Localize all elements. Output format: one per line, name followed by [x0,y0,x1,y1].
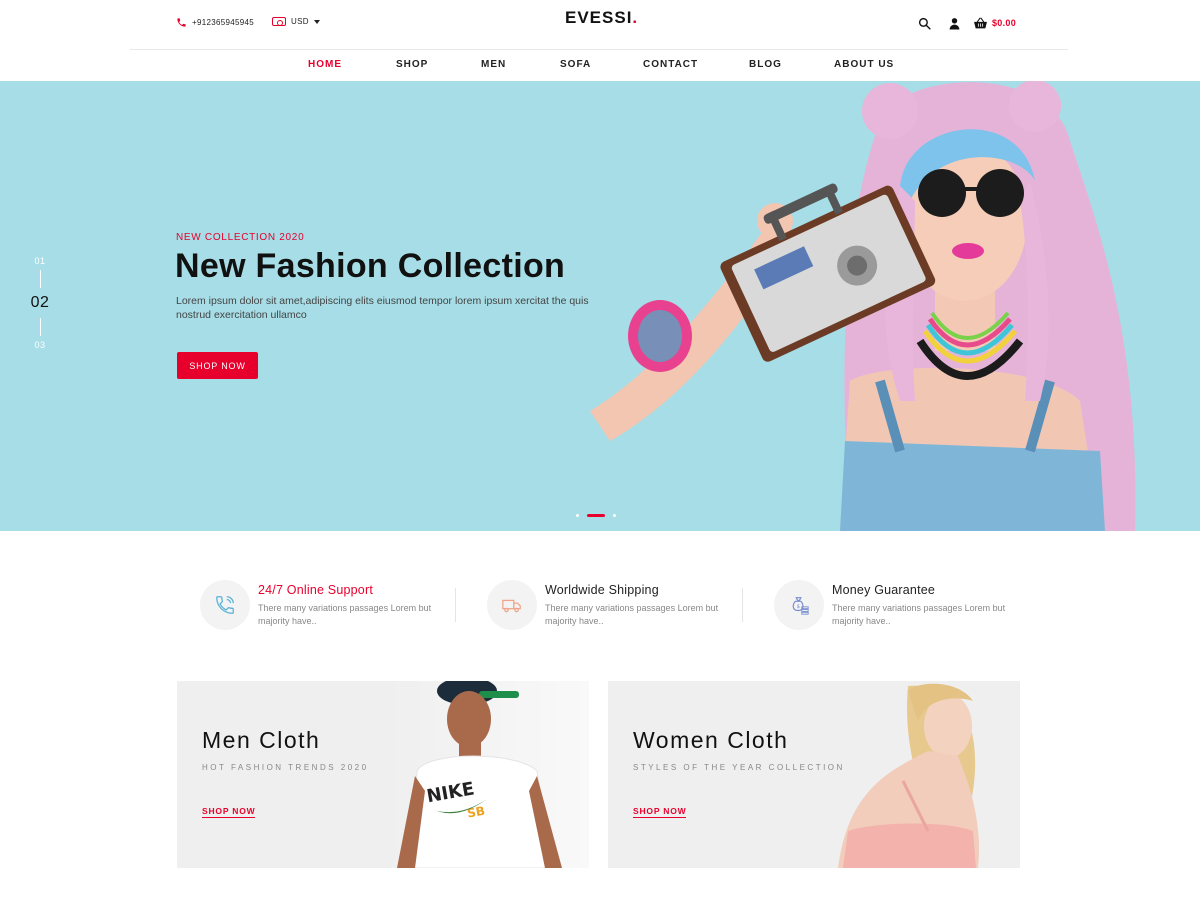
logo-text: EVESSI [565,8,633,27]
slide-number-current: 02 [30,294,50,311]
feature-icon-circle [200,580,250,630]
hero-description: Lorem ipsum dolor sit amet,adipiscing el… [176,295,589,321]
chevron-down-icon [313,19,320,24]
cart-icon [974,17,987,28]
hero-shop-now-button[interactable]: SHOP NOW [177,352,258,379]
women-model-image [838,683,979,868]
feature-title: 24/7 Online Support [258,583,373,597]
user-icon [949,17,959,29]
slide-number-prev[interactable]: 01 [30,256,50,266]
header-actions: $0.00 [917,16,1016,30]
hero-slider: 01 02 03 NEW COLLECTION 2020 New Fashion… [0,81,1200,531]
currency-selector[interactable]: USD [272,17,320,26]
feature-divider [742,588,743,622]
feature-money-guarantee: $ Money Guarantee There many variations … [774,580,1034,632]
feature-title: Money Guarantee [832,583,936,597]
banner-title: Men Cloth [202,727,321,753]
slider-dot-3[interactable] [613,514,616,517]
banner-subtitle: STYLES OF THE YEAR COLLECTION [633,763,845,772]
slider-dot-1[interactable] [576,514,579,517]
banner-shop-now-link[interactable]: SHOP NOW [633,806,687,818]
nav-item-sofa[interactable]: SOFA [560,59,591,70]
feature-icon-circle [487,580,537,630]
site-logo[interactable]: EVESSI. [565,8,638,28]
feature-description: There many variations passages Lorem but… [258,603,432,626]
slide-counter-line [39,270,41,288]
phone-number: +912365945945 [192,18,254,27]
cart-button[interactable]: $0.00 [973,17,1016,30]
nav-item-shop[interactable]: SHOP [396,59,428,70]
feature-description: There many variations passages Lorem but… [545,603,719,626]
nav-item-home[interactable]: HOME [308,59,342,70]
feature-icon-circle: $ [774,580,824,630]
slide-counter-line [39,318,41,336]
men-model-image: NIKE SB [387,681,589,868]
slider-dot-2[interactable] [587,514,605,517]
slider-pagination [576,514,616,517]
account-button[interactable] [947,16,961,30]
slide-counter: 01 02 03 [30,256,50,350]
banner-shop-now-link[interactable]: SHOP NOW [202,806,256,818]
money-icon [272,17,286,26]
feature-divider [455,588,456,622]
search-button[interactable] [917,16,931,30]
truck-icon [502,599,521,613]
slide-number-next[interactable]: 03 [30,340,50,350]
top-header: +912365945945 USD EVESSI. $0.00 [0,0,1200,50]
logo-dot: . [632,8,639,27]
phone-contact[interactable]: +912365945945 [176,17,254,28]
phone-icon [177,18,186,27]
hero-subtitle: NEW COLLECTION 2020 [176,232,305,243]
nav-item-about-us[interactable]: ABOUT US [834,59,894,70]
feature-title: Worldwide Shipping [545,583,659,597]
nav-item-contact[interactable]: CONTACT [643,59,698,70]
banner-title: Women Cloth [633,727,789,753]
main-navigation: HOME SHOP MEN SOFA CONTACT BLOG ABOUT US [0,50,1200,80]
currency-label: USD [291,17,309,26]
feature-online-support: 24/7 Online Support There many variation… [200,580,460,632]
svg-text:$: $ [797,604,801,610]
money-bag-icon: $ [792,597,809,615]
hero-model-image [590,81,1136,531]
search-icon [918,17,931,30]
hero-title: New Fashion Collection [175,247,566,285]
feature-description: There many variations passages Lorem but… [832,603,1006,626]
banner-men-cloth[interactable]: NIKE SB Men Cloth HOT FASHION TRENDS 202… [177,681,589,868]
banner-women-cloth[interactable]: Women Cloth STYLES OF THE YEAR COLLECTIO… [608,681,1020,868]
feature-worldwide-shipping: Worldwide Shipping There many variations… [487,580,747,632]
nav-item-blog[interactable]: BLOG [749,59,782,70]
phone-support-icon [216,596,234,614]
banner-subtitle: HOT FASHION TRENDS 2020 [202,763,369,772]
nav-item-men[interactable]: MEN [481,59,506,70]
cart-total: $0.00 [992,18,1017,28]
